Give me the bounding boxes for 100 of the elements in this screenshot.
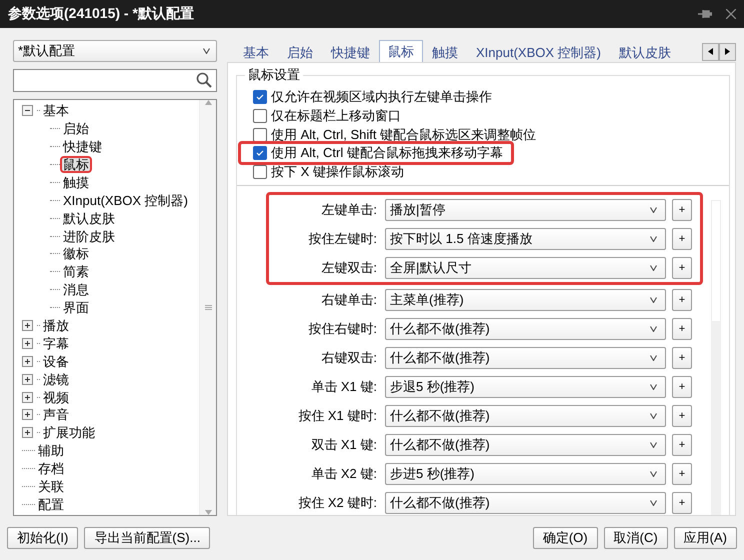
expander-icon[interactable] (22, 105, 33, 116)
expander-icon[interactable] (22, 392, 33, 403)
checkbox-option[interactable]: 使用 Alt, Ctrl 键配合鼠标拖拽来移动字幕 (238, 141, 514, 166)
action-label: 按住 X2 键时: (297, 494, 378, 512)
tree-item[interactable]: 触摸 (60, 174, 92, 191)
action-label: 按住左键时: (307, 230, 378, 248)
add-button[interactable]: + (672, 288, 692, 311)
scrollbar[interactable] (711, 200, 721, 515)
action-dropdown[interactable]: 什么都不做(推荐) (385, 492, 666, 514)
tree-item[interactable]: 声音 (40, 406, 72, 424)
checkbox[interactable] (253, 90, 267, 104)
action-label: 单击 X2 键: (310, 464, 378, 483)
search-icon (196, 72, 212, 88)
tree-item[interactable]: 滤镜 (40, 370, 72, 388)
tree-item[interactable]: 徽标 (60, 245, 92, 262)
tree-item[interactable]: 配置 (35, 496, 67, 513)
footer-button[interactable]: 确定(O) (532, 527, 598, 549)
tree-item[interactable]: XInput(XBOX 控制器) (60, 192, 191, 209)
tree-item[interactable]: 关联 (35, 478, 67, 496)
expander-icon[interactable] (22, 338, 33, 349)
action-dropdown[interactable]: 步进5 秒(推荐) (385, 462, 666, 485)
checkbox[interactable] (253, 128, 267, 142)
expander-icon[interactable] (22, 409, 33, 420)
tab[interactable]: 启始 (278, 42, 322, 62)
action-label: 单击 X1 键: (310, 378, 378, 396)
caret-icon (650, 442, 657, 448)
profile-dropdown[interactable]: *默认配置 (13, 40, 217, 62)
tree-item[interactable]: 基本 (40, 102, 72, 120)
left-arrow-icon (708, 48, 713, 54)
tree-item[interactable]: 消息 (60, 281, 92, 298)
close-icon[interactable] (726, 9, 736, 19)
expander-icon[interactable] (22, 320, 33, 332)
tab[interactable]: 基本 (234, 42, 278, 62)
add-button[interactable]: + (672, 462, 692, 485)
tree-item[interactable]: 扩展功能 (40, 424, 98, 442)
tab[interactable]: 鼠标 (379, 40, 423, 62)
tree-item[interactable]: 辅助 (35, 442, 67, 460)
tab[interactable]: XInput(XBOX 控制器) (467, 42, 610, 62)
add-button[interactable]: + (672, 404, 692, 427)
caret-icon (203, 48, 210, 54)
expander-icon[interactable] (22, 427, 33, 438)
caret-icon (650, 470, 657, 477)
down-arrow-icon (204, 510, 212, 515)
caret-icon (650, 206, 657, 213)
add-button[interactable]: + (672, 256, 692, 279)
caret-icon (650, 236, 657, 242)
check-icon (256, 150, 264, 156)
caret-icon (650, 354, 657, 361)
add-button[interactable]: + (672, 198, 692, 221)
tree-item[interactable]: 字幕 (40, 334, 72, 352)
caret-icon (650, 264, 657, 271)
scroll-right-button[interactable] (719, 43, 736, 61)
tree-item[interactable]: 进阶皮肤 (60, 228, 118, 245)
action-dropdown[interactable]: 按下时以 1.5 倍速度播放 (385, 228, 666, 250)
action-dropdown[interactable]: 播放|暂停 (385, 198, 666, 221)
add-button[interactable]: + (672, 346, 692, 369)
tree-item[interactable]: 界面 (60, 299, 92, 316)
add-button[interactable]: + (672, 492, 692, 514)
footer-button[interactable]: 应用(A) (674, 527, 737, 549)
tree-item[interactable]: 播放 (40, 317, 72, 334)
tree-item[interactable]: 设备 (40, 352, 72, 370)
action-dropdown[interactable]: 什么都不做(推荐) (385, 434, 666, 456)
pin-icon[interactable] (698, 9, 712, 19)
tree-item[interactable]: 鼠标 (60, 156, 92, 174)
tree-item[interactable]: 默认皮肤 (60, 210, 118, 227)
add-button[interactable]: + (672, 228, 692, 250)
action-dropdown[interactable]: 什么都不做(推荐) (385, 404, 666, 427)
search-field[interactable] (13, 68, 217, 92)
footer-button[interactable]: 取消(C) (604, 527, 668, 549)
action-dropdown[interactable]: 什么都不做(推荐) (385, 318, 666, 340)
footer-button[interactable]: 初始化(I) (7, 527, 78, 549)
checkbox[interactable] (253, 146, 267, 160)
tree-item[interactable]: 视频 (40, 388, 72, 406)
add-button[interactable]: + (672, 434, 692, 456)
tree-item[interactable]: 启始 (60, 120, 92, 138)
caret-icon (650, 412, 657, 419)
tree-item[interactable]: 存档 (35, 460, 67, 478)
checkbox[interactable] (253, 165, 267, 180)
add-button[interactable]: + (672, 376, 692, 398)
tab[interactable]: 触摸 (423, 42, 467, 62)
action-label: 左键双击: (320, 258, 378, 277)
add-button[interactable]: + (672, 318, 692, 340)
scrollbar[interactable] (199, 100, 216, 515)
tree-item[interactable]: 快捷键 (60, 138, 105, 156)
action-dropdown[interactable]: 什么都不做(推荐) (385, 346, 666, 369)
action-dropdown[interactable]: 主菜单(推荐) (385, 288, 666, 311)
action-dropdown[interactable]: 步退5 秒(推荐) (385, 376, 666, 398)
tab[interactable]: 快捷键 (322, 42, 379, 62)
tree-item[interactable]: 简素 (60, 263, 92, 280)
expander-icon[interactable] (22, 374, 33, 385)
action-label: 按住 X1 键时: (297, 406, 378, 425)
tab[interactable]: 默认皮肤 (610, 42, 680, 62)
check-icon (256, 94, 264, 100)
footer-button[interactable]: 导出当前配置(S)... (84, 527, 210, 549)
expander-icon[interactable] (22, 356, 33, 367)
action-dropdown[interactable]: 全屏|默认尺寸 (385, 256, 666, 279)
checkbox[interactable] (253, 109, 267, 124)
scroll-left-button[interactable] (702, 43, 719, 61)
action-label: 按住右键时: (307, 320, 378, 338)
caret-icon (650, 384, 657, 390)
